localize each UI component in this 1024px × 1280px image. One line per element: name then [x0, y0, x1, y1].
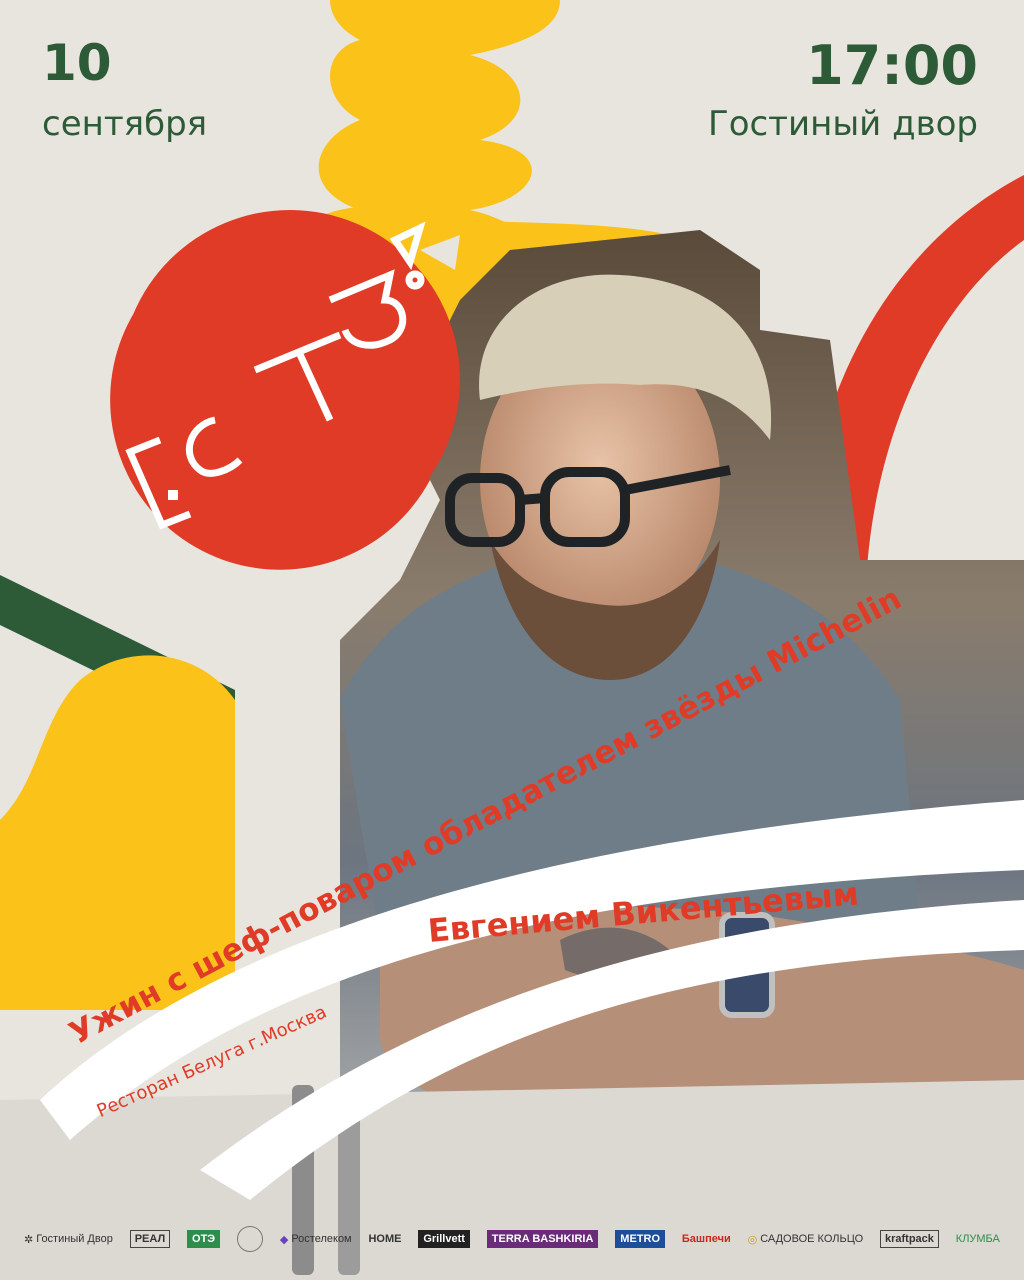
sponsor-logo: ◆ Ростелеком [279, 1233, 352, 1246]
sponsor-logo: КЛУМБА [955, 1233, 1000, 1245]
event-day: 10 [42, 34, 112, 92]
sponsor-logo: kraftpack [880, 1230, 939, 1248]
sponsor-logo: ОТЭ [187, 1230, 221, 1248]
event-time: 17:00 [806, 34, 978, 97]
sponsor-emblem-icon [237, 1226, 263, 1252]
event-venue: Гостиный двор [707, 104, 978, 144]
sponsor-logos: ✲ Гостиный Двор РЕАЛ ОТЭ ◆ Ростелеком HOME… [0, 1198, 1024, 1280]
event-poster: 10 сентября 17:00 Гостиный двор Ужин с ш… [0, 0, 1024, 1280]
sponsor-logo: ✲ Гостиный Двор [24, 1233, 113, 1246]
sponsor-logo: Grillvett [418, 1230, 470, 1248]
festival-logo [110, 210, 460, 570]
sponsor-logo: Башпечи [681, 1233, 731, 1245]
sponsor-logo: HOME [368, 1233, 402, 1245]
sponsor-logo: METRO [615, 1230, 666, 1248]
event-month: сентября [42, 104, 208, 144]
sponsor-logo: РЕАЛ [129, 1230, 171, 1248]
sponsor-logo: TERRA BASHKIRIA [486, 1230, 599, 1248]
sponsor-logo: ◎ САДОВОЕ КОЛЬЦО [747, 1233, 864, 1246]
